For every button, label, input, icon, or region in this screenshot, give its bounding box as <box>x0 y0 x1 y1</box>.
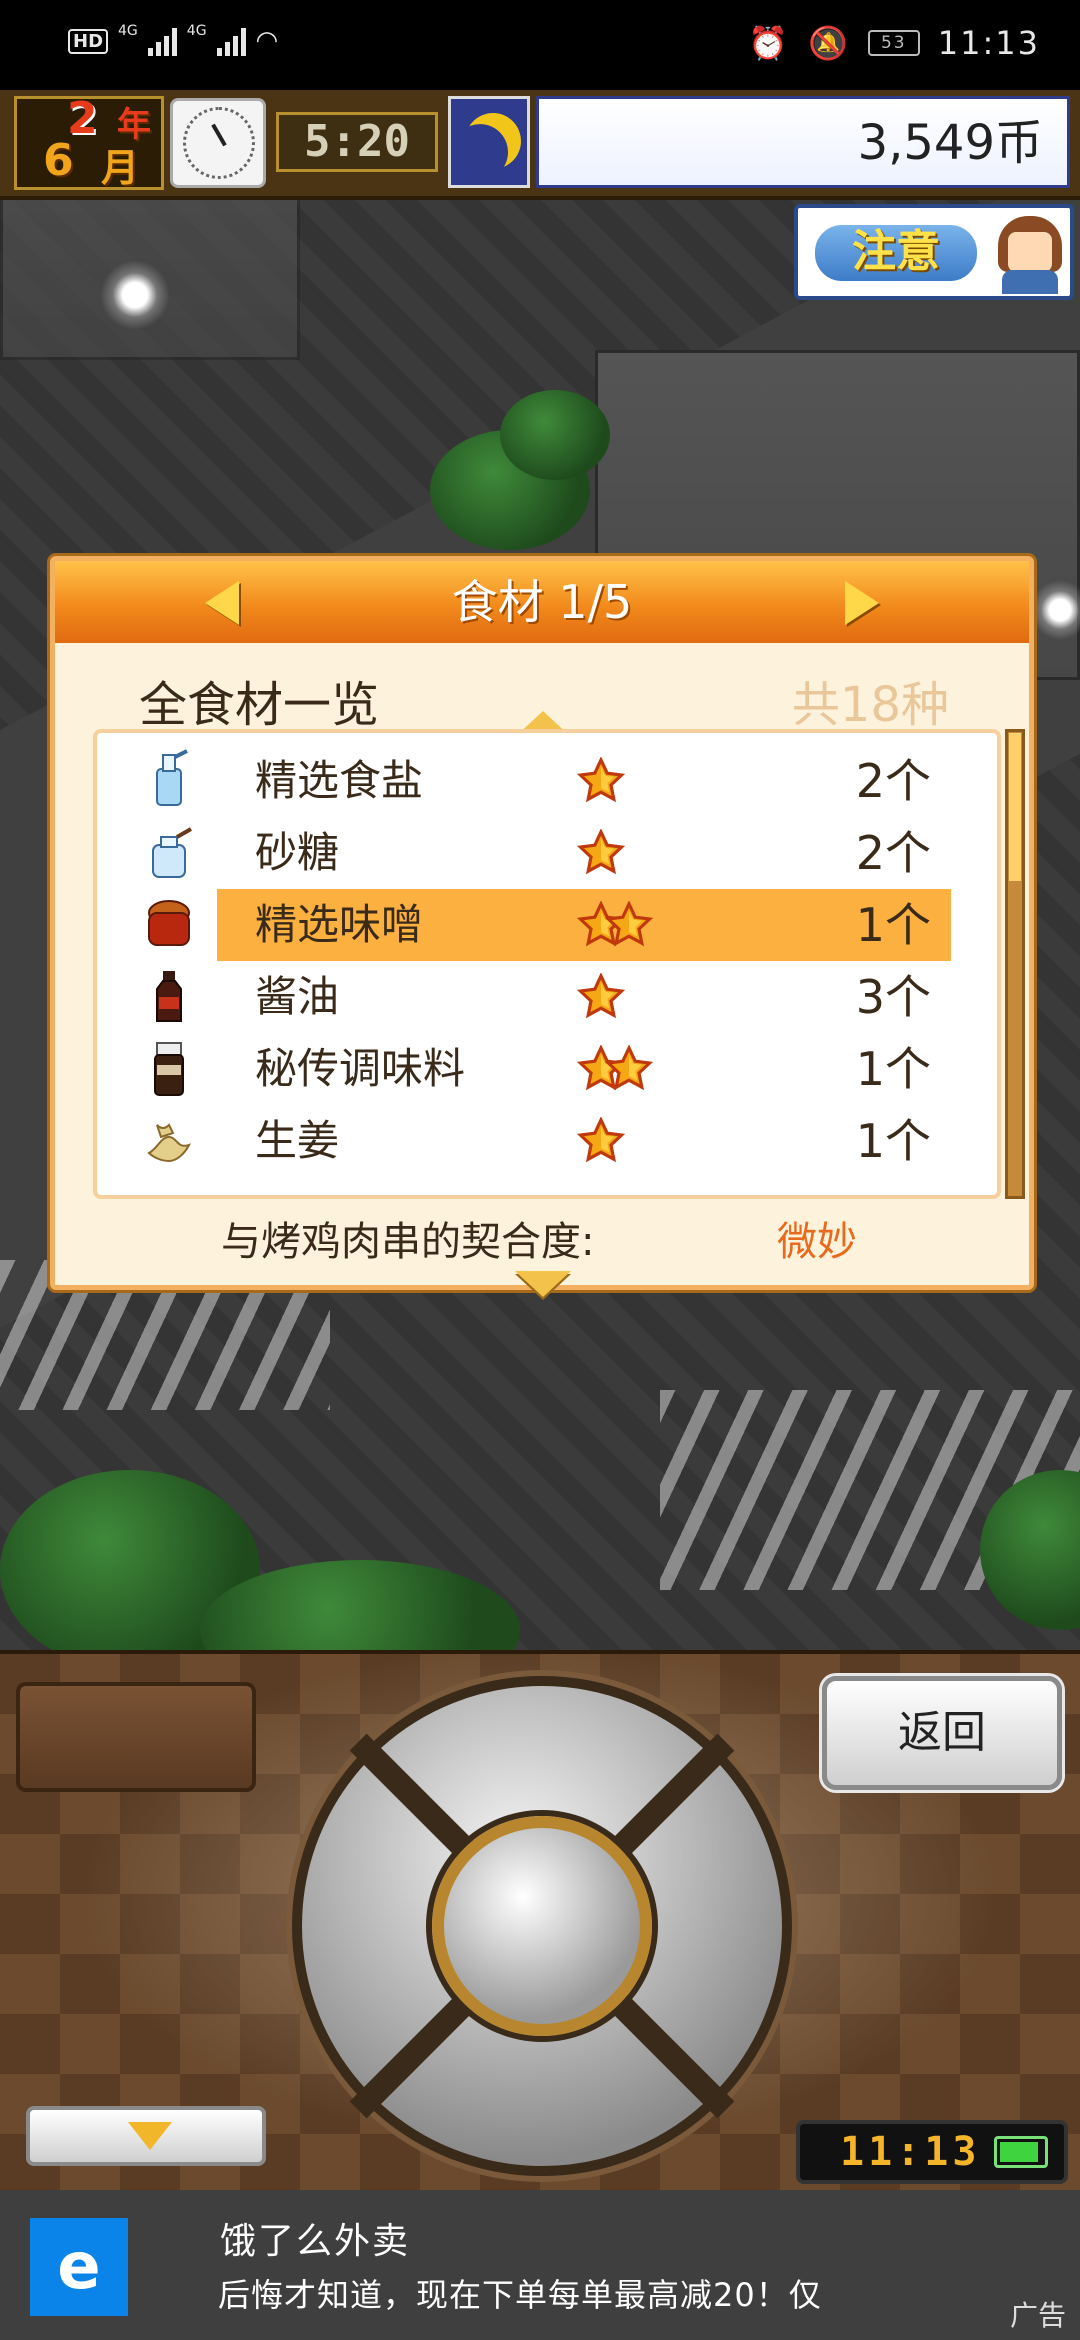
notice-button[interactable]: 注意 <box>794 204 1074 300</box>
mute-icon: 🔕 <box>807 24 850 62</box>
tree <box>500 390 610 480</box>
ingredient-name: 精选食盐 <box>255 756 424 805</box>
miso-pot-icon <box>137 893 201 957</box>
month-unit: 月 <box>101 146 140 190</box>
status-bar: HD 4G 4G ◠ ⏰ 🔕 53 11:13 <box>0 0 1080 90</box>
star-icon <box>604 1044 654 1093</box>
ingredient-rating <box>576 756 626 805</box>
battery-icon <box>994 2136 1048 2168</box>
ingredient-count: 3个 <box>855 970 931 1024</box>
ad-banner[interactable]: e 饿了么外卖 后悔才知道，现在下单每单最高减20！仅 广告 <box>0 2190 1080 2340</box>
wifi-icon: ◠ <box>255 26 279 56</box>
ingredient-row[interactable]: 精选食盐 2个 <box>97 745 997 817</box>
ingredient-rating <box>576 828 626 877</box>
ingredient-name: 酱油 <box>255 972 340 1021</box>
salt-bottle-icon <box>137 749 201 813</box>
money-display: 3,549币 <box>536 96 1070 188</box>
ingredient-total: 共18种 <box>791 677 949 733</box>
star-icon <box>576 756 626 805</box>
status-time: 11:13 <box>937 24 1040 62</box>
moon-icon <box>448 96 530 188</box>
secret-seasoning-icon <box>137 1037 201 1101</box>
game-time: 5:20 <box>276 112 438 172</box>
battery-icon: 53 <box>867 30 920 56</box>
left-pad[interactable] <box>16 1682 256 1792</box>
compatibility-label: 与烤鸡肉串的契合度: <box>221 1219 595 1265</box>
star-icon <box>576 828 626 877</box>
ingredient-name: 生姜 <box>255 1116 340 1165</box>
ad-title: 饿了么外卖 <box>220 2221 411 2262</box>
panel-title: 食材 1/5 <box>451 575 633 629</box>
network-4g-label-2: 4G <box>186 23 207 39</box>
device-clock-time: 11:13 <box>840 2129 981 2175</box>
network-4g-label: 4G <box>118 23 138 39</box>
ingredient-rating <box>576 1116 626 1165</box>
notice-label: 注意 <box>812 222 980 284</box>
hd-badge: HD <box>68 28 109 54</box>
dpad[interactable] <box>292 1676 792 2176</box>
month-number: 6 <box>43 135 74 186</box>
ad-text: 后悔才知道，现在下单每单最高减20！仅 <box>218 2276 822 2314</box>
dpad-center-button[interactable] <box>432 1816 652 2036</box>
ingredients-panel: 食材 1/5 全食材一览 共18种 精选食盐 2个 砂糖 2个 精选味噌 1个 酱油 3个 秘传… <box>50 556 1034 1297</box>
clock-icon <box>170 98 266 188</box>
ginger-icon <box>137 1109 201 1173</box>
ingredient-row[interactable]: 砂糖 2个 <box>97 817 997 889</box>
ingredient-name: 精选味噌 <box>255 900 424 949</box>
top-hud: 2 年 6 月 5:20 3,549币 <box>0 90 1080 200</box>
chevron-down-icon <box>128 2122 172 2150</box>
ingredient-name: 秘传调味料 <box>255 1044 466 1093</box>
ingredient-rating <box>576 900 654 949</box>
ingredient-row[interactable]: 精选味噌 1个 <box>97 889 997 961</box>
sugar-jar-icon <box>137 821 201 885</box>
ingredient-row[interactable]: 生姜 1个 <box>97 1105 997 1177</box>
status-right: ⏰ 🔕 53 11:13 <box>748 24 1040 62</box>
back-button[interactable]: 返回 <box>822 1676 1062 1790</box>
app-logo-icon: e <box>30 2218 128 2316</box>
assistant-avatar-icon <box>992 214 1068 294</box>
ingredient-count: 2个 <box>855 754 931 808</box>
ingredient-count: 1个 <box>855 1042 931 1096</box>
device-clock: 11:13 <box>796 2120 1068 2184</box>
ingredient-row[interactable]: 秘传调味料 1个 <box>97 1033 997 1105</box>
ingredient-name: 砂糖 <box>255 828 340 877</box>
list-subtitle: 全食材一览 <box>139 677 380 733</box>
star-icon <box>576 972 626 1021</box>
alarm-icon: ⏰ <box>748 24 790 62</box>
ingredient-count: 2个 <box>855 826 931 880</box>
signal-icon-2 <box>216 26 246 56</box>
status-left: HD 4G 4G ◠ <box>68 23 279 56</box>
ingredient-list[interactable]: 精选食盐 2个 砂糖 2个 精选味噌 1个 酱油 3个 秘传调味料 1个 生姜 1个 <box>93 729 1001 1199</box>
virtual-controller: 返回 11:13 <box>0 1650 1080 2190</box>
ad-tag: 广告 <box>1009 2299 1066 2332</box>
street-lamp <box>100 260 170 330</box>
ingredient-count: 1个 <box>855 1114 931 1168</box>
soy-sauce-icon <box>137 965 201 1029</box>
star-icon <box>604 900 654 949</box>
list-scrollbar[interactable] <box>1005 729 1025 1199</box>
ingredient-count: 1个 <box>855 898 931 952</box>
signal-icon <box>147 26 177 56</box>
menu-toggle-button[interactable] <box>26 2106 266 2166</box>
ingredient-rating <box>576 972 626 1021</box>
next-page-arrow-icon[interactable] <box>845 581 879 625</box>
compatibility-value: 微妙 <box>777 1219 857 1265</box>
prev-page-arrow-icon[interactable] <box>205 581 239 625</box>
date-display: 2 年 6 月 <box>14 93 164 190</box>
star-icon <box>576 1116 626 1165</box>
scroll-down-arrow-icon[interactable] <box>515 1271 571 1297</box>
ingredient-row[interactable]: 酱油 3个 <box>97 961 997 1033</box>
scrollbar-thumb[interactable] <box>1009 733 1021 881</box>
ingredient-rating <box>576 1044 654 1093</box>
